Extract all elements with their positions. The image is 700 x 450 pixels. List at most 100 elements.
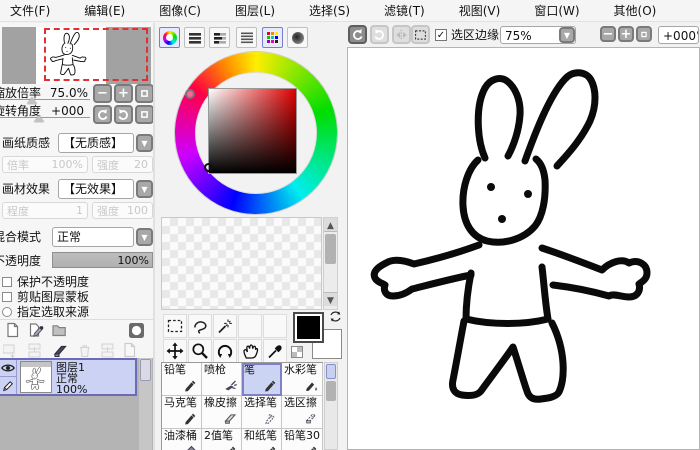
protect-opacity-checkbox[interactable] [2,277,12,287]
swap-colors-icon[interactable] [328,309,343,324]
swatch-pad[interactable] [161,217,322,310]
tool-magic-wand[interactable] [213,314,237,338]
swatch-scrollbar-thumb[interactable] [325,234,336,264]
tool-empty-1[interactable] [238,314,262,338]
zoom-reset-button[interactable] [135,84,153,103]
transparent-color-swatch[interactable] [291,346,303,358]
new-folder-button[interactable] [50,321,69,340]
rotate-slider-track[interactable] [0,117,90,118]
brush-selection-pen[interactable]: 选择笔 [242,396,282,429]
tool-eyedropper[interactable] [263,339,287,363]
brush-scrollbar-thumb[interactable] [326,381,336,401]
menu-layer[interactable]: 图层(L) [229,0,281,22]
menu-edit[interactable]: 编辑(E) [78,0,131,22]
brush-pencil30[interactable]: 铅笔30 [282,429,323,450]
canvas-zoom-out-button[interactable]: − [600,26,616,42]
brush-washi-pen[interactable]: 和纸笔 [242,429,282,450]
foreground-color-swatch[interactable] [293,312,324,343]
clipping-mask-checkbox[interactable] [2,292,12,302]
brush-label: 笔 [244,363,255,376]
menu-view[interactable]: 视图(V) [453,0,507,22]
material-effect-dropdown-button[interactable]: ▼ [136,180,153,198]
new-layer-button[interactable] [3,321,22,340]
tab-color-wheel[interactable] [159,27,180,48]
sv-marker[interactable] [204,163,213,172]
opacity-slider[interactable]: 100% [52,252,153,268]
layer-mask-button[interactable] [127,321,146,340]
layer-list-scrollbar[interactable] [139,358,152,450]
brush-watercolor[interactable]: 水彩笔 [282,363,323,396]
menu-image[interactable]: 图像(C) [153,0,207,22]
tab-rgb-sliders[interactable] [184,27,205,48]
canvas-zoom-in-button[interactable]: + [618,26,634,42]
tool-rotate-view[interactable] [213,339,237,363]
tab-hsv-sliders[interactable] [209,27,230,48]
navigator[interactable] [2,27,151,84]
brush-eraser[interactable]: 橡皮擦 [202,396,242,429]
sv-square[interactable] [208,88,297,174]
canvas-area[interactable] [347,47,700,450]
canvas-toolbar: ✓ 选区边缘 75% ▼ − + +000° [347,23,700,47]
paper-texture-dropdown-button[interactable]: ▼ [136,134,153,152]
selection-source-option[interactable]: 指定选取来源 [2,303,89,320]
layer-visibility-toggle[interactable] [0,360,17,377]
left-panel: 缩放倍率 75.0% 旋转角度 +000 − + 画纸质感 【无质感】 ▼ 倍率… [0,23,153,450]
zoom-slider-thumb[interactable] [27,97,37,104]
menu-window[interactable]: 窗口(W) [528,0,585,22]
layer-paint-indicator [0,377,17,394]
flip-selection-button[interactable] [392,25,411,44]
new-vector-layer-button[interactable] [26,321,45,340]
tool-move[interactable] [163,339,187,363]
selection-edge-checkbox[interactable]: ✓ [435,29,447,41]
blend-mode-dropdown-button[interactable]: ▼ [136,228,153,246]
brush-bucket[interactable]: 油漆桶 [162,429,202,450]
brush-airbrush[interactable]: 喷枪 [202,363,242,396]
rotate-ccw-button[interactable] [93,105,112,124]
undo-button[interactable] [348,25,367,44]
brush-selection-eraser[interactable]: 选区擦 [282,396,323,429]
rotate-slider-thumb[interactable] [34,115,44,122]
layer-toolbar [0,319,153,359]
zoom-icon [190,341,210,361]
tool-empty-2[interactable] [263,314,287,338]
brush-grid-scrollbar[interactable] [324,362,338,450]
tab-scratchpad[interactable] [287,27,308,48]
layer-list-scrollbar-thumb[interactable] [140,359,151,381]
rotate-cw-button[interactable] [114,105,133,124]
canvas-zoom-reset-button[interactable] [636,26,652,42]
zoom-out-button[interactable]: − [93,84,112,103]
brush-pen-selected[interactable]: 笔 [242,363,282,396]
brush-pencil[interactable]: 铅笔 [162,363,202,396]
redo-button[interactable] [370,25,389,44]
menu-file[interactable]: 文件(F) [4,0,56,22]
swatch-pad-scrollbar[interactable]: ▲ ▼ [323,217,338,310]
selection-source-checkbox[interactable] [2,307,12,317]
tool-marquee[interactable] [163,314,187,338]
canvas-zoom-dropdown-button[interactable]: ▼ [559,27,575,43]
zoom-slider-track[interactable] [0,99,90,100]
navigator-view-frame[interactable] [44,28,148,81]
hue-marker[interactable] [185,89,195,99]
tool-zoom[interactable] [188,339,212,363]
transform-selection-button[interactable] [411,25,430,44]
paper-texture-dropdown[interactable]: 【无质感】 [58,133,134,153]
tab-color-mixer[interactable] [236,27,257,48]
brush-scroll-up-button[interactable] [326,364,336,379]
tool-lasso[interactable] [188,314,212,338]
menu-select[interactable]: 选择(S) [303,0,356,22]
material-effect-dropdown[interactable]: 【无效果】 [58,179,134,199]
menu-filter[interactable]: 滤镜(T) [378,0,431,22]
tool-hand[interactable] [238,339,262,363]
tab-swatches[interactable] [262,27,283,48]
brush-marker[interactable]: 马克笔 [162,396,202,429]
layer-row-selected[interactable]: 图层1 正常 100% [0,358,137,396]
lasso-icon [190,316,210,336]
scroll-down-button[interactable]: ▼ [324,292,337,306]
rotate-reset-button[interactable] [135,105,153,124]
canvas-angle-field[interactable]: +000° [658,26,699,44]
zoom-in-button[interactable]: + [114,84,133,103]
blend-mode-dropdown[interactable]: 正常 [52,227,134,247]
brush-binary-pen[interactable]: 2值笔 [202,429,242,450]
menu-others[interactable]: 其他(O) [608,0,663,22]
scroll-up-button[interactable]: ▲ [324,218,337,232]
